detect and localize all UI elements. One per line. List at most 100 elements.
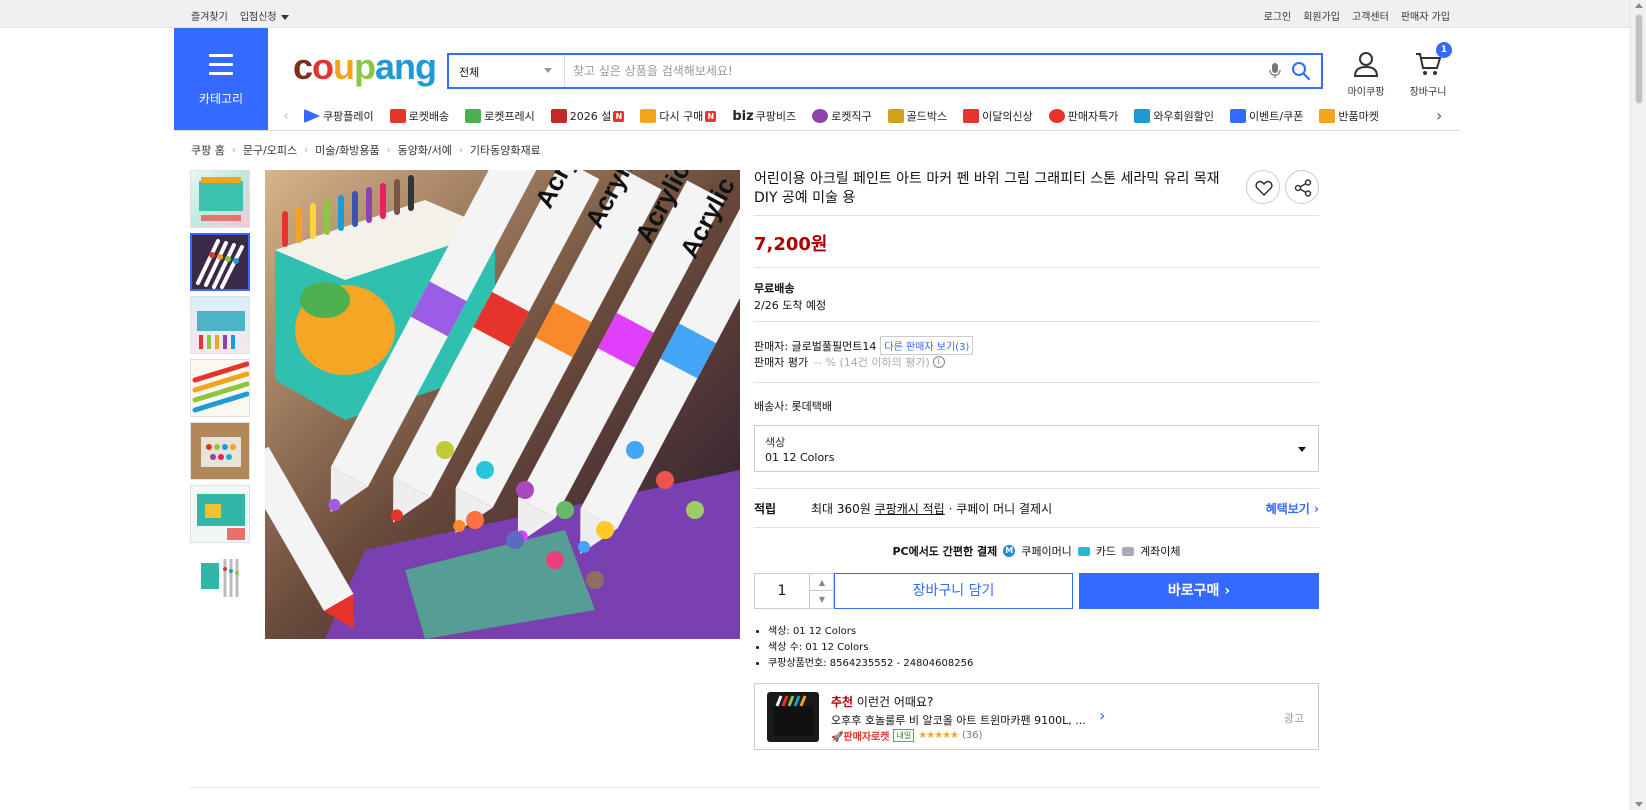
nav-item-new-arrivals[interactable]: 이달의신상 [955,108,1041,124]
chevron-left-icon[interactable]: ‹ [276,108,296,124]
carrier: 배송사: 롯데택배 [754,400,833,413]
signup-link[interactable]: 회원가입 [1303,8,1340,23]
customer-center-link[interactable]: 고객센터 [1352,8,1389,23]
cart-button[interactable]: 1 장바구니 [1402,42,1454,98]
new-badge-icon: N [705,110,717,122]
rating-stars: ★★★★★ [918,730,959,741]
divider [754,488,1319,489]
divider [754,215,1319,216]
benefits-link[interactable]: 혜택보기 › [1266,500,1319,517]
product-title: 어린이용 아크릴 페인트 아트 마커 펜 바위 그림 그래피티 스톤 세라믹 유… [754,171,1220,206]
topbar-right: 로그인 회원가입 고객센터 판매자 가입 [1264,8,1450,23]
favorite-button[interactable] [1246,170,1280,204]
nav-item-coupang-play[interactable]: 쿠팡플레이 [296,108,382,124]
divider [754,527,1319,528]
nav-label: 이달의신상 [982,110,1033,123]
ad-label: 광고 [1283,712,1304,725]
breadcrumb-item[interactable]: 쿠팡 홈 [191,142,225,158]
product-thumbnail[interactable] [190,422,250,480]
product-thumbnail-active[interactable] [190,233,250,291]
main-product-image[interactable]: Acrylic Acrylic Acrylic Acrylic [265,170,740,639]
other-sellers-link[interactable]: 다른 판매자 보기(3) [880,336,974,355]
payment-title: PC에서도 간편한 결제 [892,545,998,558]
recommendation-heading: 추천 이런건 어때요? [831,693,933,710]
gift-icon [550,109,567,123]
heart-icon [1255,180,1273,197]
nav-label: 이벤트/쿠폰 [1249,110,1304,123]
product-thumbnail[interactable] [190,548,250,606]
nav-item-seollal[interactable]: 2026 설N [543,108,633,124]
page-scrollbar[interactable] [1630,0,1646,810]
breadcrumb-item[interactable]: 동양화/서예 [398,142,452,158]
nav-item-wow-discount[interactable]: 와우회원할인 [1126,108,1222,124]
spec-item: 쿠팡상품번호: 8564235552 - 24804608256 [768,656,973,672]
chevron-right-icon: › [458,144,463,156]
nav-item-events[interactable]: 이벤트/쿠폰 [1222,108,1311,124]
seller-rating-label: 판매자 평가 [754,356,809,369]
breadcrumb-item[interactable]: 미술/화방용품 [315,142,379,158]
nav-label: 쿠팡플레이 [323,110,374,123]
scrollbar-thumb[interactable] [1635,14,1643,104]
nav-item-goldbox[interactable]: 골드박스 [880,108,955,124]
rocket-icon [389,109,406,123]
search-scope-select[interactable]: 전체 [449,55,565,87]
coupang-logo[interactable]: coupang [293,46,437,88]
seller-apply-link[interactable]: 입점신청 [240,8,289,23]
quantity-stepper: 1 ▲ ▼ [754,573,834,609]
quantity-up-icon[interactable]: ▲ [809,574,834,591]
logo-letter: o [312,46,334,87]
nav-item-return-market[interactable]: 반품마켓 [1311,108,1386,124]
logo-letter: c [293,46,313,87]
mypage-label: 마이쿠팡 [1347,87,1385,98]
buy-now-button[interactable]: 바로구매 › [1079,573,1319,609]
quantity-input[interactable]: 1 [755,583,809,599]
shipping-type: 무료배송 [754,282,795,295]
seller-rating-row: 판매자 평가 -- % (14건 이하의 평가) i [754,354,945,370]
benefits-label: 혜택보기 [1265,502,1310,516]
menu-icon [209,54,233,81]
recommendation-card[interactable]: 추천 이런건 어때요? 오후후 호놀룰루 비 알코올 아트 트윈마카펜 9100… [754,683,1319,750]
product-thumbnail[interactable] [190,296,250,354]
logo-letter: ang [375,46,437,87]
breadcrumb-item[interactable]: 기타동양화재료 [470,142,541,158]
spec-item: 색상 수: 01 12 Colors [768,640,973,656]
product-thumbnail[interactable] [190,359,250,417]
nav-item-rocket[interactable]: 로켓배송 [382,108,457,124]
nav-label: 판매자특가 [1067,110,1119,123]
product-info: 어린이용 아크릴 페인트 아트 마커 펜 바위 그림 그래피티 스톤 세라믹 유… [754,170,1319,750]
header-divider [174,130,1460,131]
category-button[interactable]: 카테고리 [174,28,268,130]
nav-item-rocket-fresh[interactable]: 로켓프레시 [457,108,543,124]
mypage-button[interactable]: 마이쿠팡 [1340,50,1392,98]
bookmark-link[interactable]: 즐겨찾기 [191,8,228,23]
nav-item-biz[interactable]: biz 쿠팡비즈 [724,108,804,124]
seller-rocket-badge: 🚀판매자로켓 [831,732,890,743]
chevron-right-icon[interactable]: › [1099,706,1105,725]
search-input[interactable] [573,61,1253,81]
breadcrumb-item[interactable]: 문구/오피스 [243,142,297,158]
nav-item-seller-deals[interactable]: 판매자특가 [1041,108,1127,124]
quantity-down-icon[interactable]: ▼ [809,591,834,608]
share-icon [1294,179,1312,197]
product-thumbnail[interactable] [190,170,250,228]
color-option-select[interactable]: 색상 01 12 Colors [754,425,1319,472]
card-icon [1077,546,1090,556]
mic-icon[interactable] [1269,63,1281,82]
share-button[interactable] [1285,170,1319,204]
nav-item-rebuy[interactable]: 다시 구매 N [632,108,724,124]
info-icon[interactable]: i [932,356,945,368]
search-icon[interactable] [1291,61,1311,84]
product-specs: 색상: 01 12 Colors 색상 수: 01 12 Colors 쿠팡상품… [768,624,973,672]
add-to-cart-button[interactable]: 장바구니 담기 [834,573,1073,609]
scroll-up-icon[interactable] [1635,3,1643,8]
coupang-cash-link[interactable]: 쿠팡캐시 적립 [875,502,945,516]
login-link[interactable]: 로그인 [1264,8,1292,23]
product-thumbnail[interactable] [190,485,250,543]
scroll-down-icon[interactable] [1635,802,1643,807]
buy-now-label: 바로구매 [1167,583,1220,599]
nav-item-rocket-direct[interactable]: 로켓직구 [804,108,879,124]
user-icon [1353,52,1379,77]
chevron-right-icon[interactable]: › [1436,106,1442,125]
reward-condition: · 쿠페이 머니 결제시 [948,502,1053,516]
seller-signup-link[interactable]: 판매자 가입 [1401,8,1450,23]
